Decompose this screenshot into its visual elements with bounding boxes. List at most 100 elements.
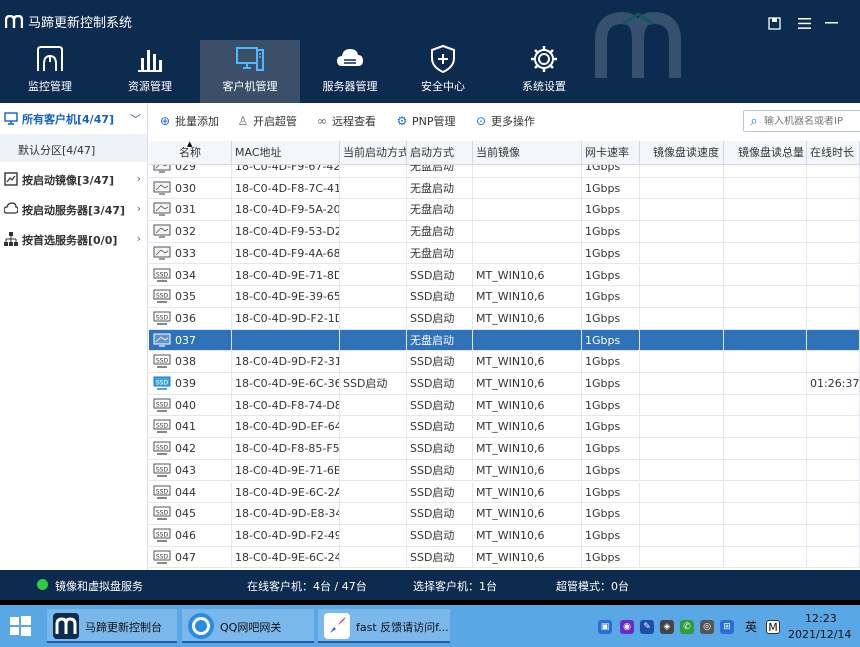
cell-read-speed [640, 242, 724, 265]
task-fast-feedback[interactable]: fast 反馈请访问f... [318, 609, 450, 643]
cell-current-boot [340, 329, 407, 352]
tray-security-icon[interactable]: ◉ [620, 620, 634, 634]
tray-update-icon[interactable]: ◈ [660, 620, 674, 634]
nav-label: 系统设置 [522, 80, 566, 93]
save-layout-icon[interactable] [765, 14, 783, 32]
sidebar-item-default-partition[interactable]: 默认分区[4/47] [0, 134, 147, 162]
cell-boot: 无盘启动 [407, 199, 473, 222]
table-row[interactable]: 047 SSD 18-C0-4D-9E-6C-24 SSD启动 MT_WIN10,6 1G… [149, 546, 860, 569]
table-row[interactable]: 042 SSD 18-C0-4D-F8-85-F5 SSD启动 MT_WIN10,6 1G… [149, 438, 860, 460]
table-row[interactable]: 034 SSD 18-C0-4D-9E-71-8D SSD启动 MT_WIN10,6 1G… [149, 264, 860, 287]
column-header-current-boot[interactable]: 当前启动方式 [340, 141, 407, 165]
cell-boot: 无盘启动 [407, 221, 473, 243]
cloud-server-icon [337, 49, 363, 66]
cell-read-total [724, 242, 807, 265]
cell-online-time [807, 524, 860, 547]
monitor-icon [153, 246, 171, 260]
cell-boot: SSD启动 [407, 286, 473, 308]
clock-date[interactable]: 2021/12/14 [788, 628, 851, 641]
cell-mac: 18-C0-4D-F8-74-D8 [232, 394, 340, 417]
table-row[interactable]: 032 18-C0-4D-F9-53-D2 无盘启动 1Gbps [149, 221, 860, 243]
ssd-icon: SSD [153, 419, 171, 434]
column-header-online-time[interactable]: 在线时长 [807, 141, 860, 165]
ssd-icon: SSD [153, 311, 171, 325]
table-row[interactable]: 039 SSD 18-C0-4D-9E-6C-36 SSD启动 SSD启动 MT_WIN1… [149, 373, 860, 395]
column-header-mac[interactable]: MAC地址 [232, 141, 340, 165]
cell-read-speed [640, 481, 724, 504]
sidebar-item-all-clients[interactable]: 所有客户机[4/47] ﹀ [0, 103, 147, 133]
table-row[interactable]: 044 SSD 18-C0-4D-9E-6C-2A SSD启动 MT_WIN10,6 1G… [149, 481, 860, 504]
pnp-manage-button[interactable]: ⚙ PNP管理 [395, 112, 456, 130]
table-row[interactable]: 036 SSD 18-C0-4D-9D-F2-1D SSD启动 MT_WIN10,6 1G… [149, 307, 860, 330]
nav-monitor[interactable]: 监控管理 [0, 40, 100, 103]
sidebar-item-by-preferred-server[interactable]: 按首选服务器[0/0] › [0, 224, 147, 254]
remote-view-button[interactable]: ∞ 远程查看 [315, 112, 376, 130]
nav-resources[interactable]: 资源管理 [100, 40, 200, 103]
column-header-image[interactable]: 当前镜像 [473, 141, 582, 165]
table-row[interactable]: 040 SSD 18-C0-4D-F8-74-D8 SSD启动 MT_WIN10,6 1G… [149, 394, 860, 417]
tray-network-icon[interactable]: ⊞ [720, 620, 734, 634]
cell-mac: 18-C0-4D-9D-F2-49 [232, 524, 340, 547]
table-row[interactable]: 031 18-C0-4D-F9-5A-20 无盘启动 1Gbps [149, 199, 860, 222]
table-row[interactable]: 038 SSD 18-C0-4D-9D-F2-31 SSD启动 MT_WIN10,6 1G… [149, 351, 860, 373]
minimize-icon[interactable] [822, 14, 840, 32]
table-row[interactable]: 030 18-C0-4D-F8-7C-41 无盘启动 1Gbps [149, 177, 860, 200]
table-row[interactable]: 033 18-C0-4D-F9-4A-68 无盘启动 1Gbps [149, 242, 860, 265]
watermark-logo-icon [595, 11, 681, 78]
batch-add-button[interactable]: ⊕ 批量添加 [158, 112, 219, 130]
cell-image: MT_WIN10,6 [473, 373, 582, 395]
status-bar: 镜像和虚拟盘服务 在线客户机：4台 / 47台 选择客户机：1台 超管模式：0台 [0, 570, 860, 600]
svg-text:SSD: SSD [156, 292, 169, 299]
column-header-read-total[interactable]: 镜像盘读总量 [724, 141, 807, 165]
toolbar: ⊕ 批量添加 ♙ 开启超管 ∞ 远程查看 ⚙ PNP管理 ⊙ 更多操作 ⌕ [149, 103, 860, 139]
column-header-read-speed[interactable]: 镜像盘读速度 [640, 141, 724, 165]
tray-pen-icon[interactable]: ✎ [640, 620, 654, 634]
windows-start-icon[interactable] [5, 611, 35, 641]
sidebar-item-by-image[interactable]: 按启动镜像[3/47] › [0, 164, 147, 194]
svg-text:SSD: SSD [156, 271, 169, 278]
enable-super-admin-button[interactable]: ♙ 开启超管 [236, 112, 297, 130]
svg-text:SSD: SSD [156, 401, 169, 408]
nav-clients[interactable]: 客户机管理 [200, 40, 300, 103]
cell-image: MT_WIN10,6 [473, 503, 582, 525]
task-mati-console[interactable]: 马蹄更新控制台 [47, 609, 177, 643]
cell-read-speed [640, 307, 724, 330]
nav-security[interactable]: 安全中心 [393, 40, 493, 103]
cell-read-speed [640, 503, 724, 525]
cell-image: MT_WIN10,6 [473, 286, 582, 308]
cell-online-time [807, 351, 860, 373]
shield-plus-icon [431, 44, 455, 74]
tray-ime-lang[interactable]: 英 [744, 620, 758, 634]
task-qq-cafe-gateway[interactable]: QQ网吧网关 [182, 609, 314, 643]
tray-headset-icon[interactable]: ◎ [700, 620, 714, 634]
clock-time[interactable]: 12:23 [805, 612, 837, 625]
column-header-nic-speed[interactable]: 网卡速率 [582, 141, 640, 165]
sidebar-item-by-boot-server[interactable]: 按启动服务器[3/47] › [0, 194, 147, 224]
client-pc-icon [236, 47, 264, 71]
cell-read-total [724, 351, 807, 373]
nav-settings[interactable]: 系统设置 [494, 40, 594, 103]
nav-servers[interactable]: 服务器管理 [300, 40, 400, 103]
tray-wechat-icon[interactable]: ✆ [680, 620, 694, 634]
cell-read-total [724, 524, 807, 547]
table-row[interactable]: 043 SSD 18-C0-4D-9E-71-6B SSD启动 MT_WIN10,6 1G… [149, 459, 860, 482]
table-row[interactable]: 035 SSD 18-C0-4D-9E-39-65 SSD启动 MT_WIN10,6 1G… [149, 286, 860, 308]
table-row[interactable]: 041 SSD 18-C0-4D-9D-EF-64 SSD启动 MT_WIN10,6 1G… [149, 416, 860, 439]
cell-nic-speed: 1Gbps [582, 177, 640, 200]
table-row[interactable]: 046 SSD 18-C0-4D-9D-F2-49 SSD启动 MT_WIN10,6 1G… [149, 524, 860, 547]
more-actions-button[interactable]: ⊙ 更多操作 [474, 112, 535, 130]
cell-read-total [724, 286, 807, 308]
cell-nic-speed: 1Gbps [582, 242, 640, 265]
cell-boot: 无盘启动 [407, 242, 473, 265]
tray-app-icon[interactable]: ▣ [598, 620, 612, 634]
cell-read-speed [640, 394, 724, 417]
column-header-name[interactable]: ▲ 名称 [149, 141, 232, 165]
search-box[interactable]: ⌕ [743, 110, 860, 132]
menu-icon[interactable] [795, 14, 813, 32]
search-input[interactable] [764, 115, 859, 127]
tray-ime-mode[interactable]: M [766, 620, 780, 634]
cell-online-time [807, 503, 860, 525]
column-header-boot[interactable]: 启动方式 [407, 141, 473, 165]
table-row[interactable]: 045 SSD 18-C0-4D-9D-E8-34 SSD启动 MT_WIN10,6 1G… [149, 503, 860, 525]
table-row[interactable]: 037 无盘启动 1Gbps [149, 329, 860, 352]
